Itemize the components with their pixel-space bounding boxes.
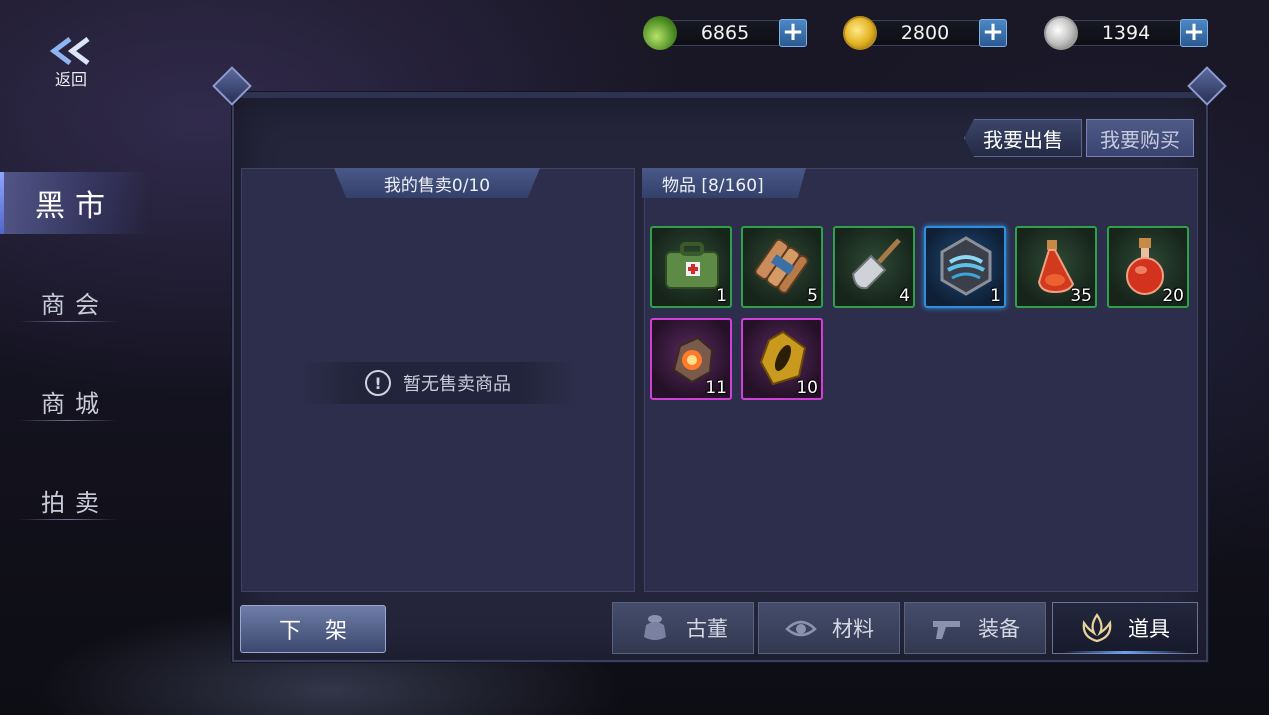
tab-label: 装备 — [978, 617, 1020, 641]
inventory-slot[interactable]: 11 — [650, 318, 732, 400]
material-eye-icon — [785, 620, 817, 637]
tab-equipment[interactable]: 装备 — [904, 602, 1046, 654]
tab-material[interactable]: 材料 — [758, 602, 900, 654]
tab-props[interactable]: 道具 — [1052, 602, 1198, 654]
sidebar-item-label: 商会 — [41, 290, 109, 319]
add-jade-button[interactable]: + — [779, 19, 807, 47]
shovel-icon — [851, 238, 901, 290]
item-count: 35 — [1070, 286, 1092, 306]
pistol-icon — [933, 621, 960, 639]
flame-lotus-icon — [1082, 613, 1112, 643]
medical-kit-icon — [665, 242, 719, 289]
inventory-slot[interactable]: 20 — [1107, 226, 1189, 308]
sidebar-item-label: 拍卖 — [41, 488, 109, 517]
empty-sales-hint: ! 暂无售卖商品 — [300, 362, 576, 404]
silver-currency-display: 1394 + — [1044, 14, 1208, 52]
divider — [18, 519, 118, 520]
item-count: 5 — [807, 286, 818, 306]
tab-sell[interactable]: 我要出售 — [964, 119, 1082, 157]
add-silver-button[interactable]: + — [1180, 19, 1208, 47]
my-sales-header: 我的售卖0/10 — [334, 168, 540, 198]
inventory-slot[interactable]: 1 — [650, 226, 732, 308]
item-count: 1 — [990, 286, 1001, 306]
divider — [18, 321, 118, 322]
inventory-slot[interactable]: 5 — [741, 226, 823, 308]
warning-icon: ! — [365, 370, 391, 396]
double-chevron-left-icon — [49, 37, 90, 65]
add-gold-button[interactable]: + — [979, 19, 1007, 47]
jade-coin-icon — [643, 16, 677, 50]
tab-label: 古董 — [686, 617, 728, 641]
inventory-slot[interactable]: 10 — [741, 318, 823, 400]
item-count: 10 — [796, 378, 818, 398]
tab-label: 材料 — [832, 617, 874, 641]
unlist-button[interactable]: 下架 — [240, 605, 386, 653]
inventory-header: 物品 [8/160] — [642, 168, 806, 198]
back-label: 返回 — [54, 70, 87, 89]
item-count: 4 — [899, 286, 910, 306]
back-button[interactable]: 返回 — [44, 36, 98, 92]
divider — [18, 420, 118, 421]
explosive-bundle-icon — [754, 238, 809, 294]
inventory-slot[interactable]: 4 — [833, 226, 915, 308]
tab-buy[interactable]: 我要购买 — [1086, 119, 1194, 157]
gold-currency-display: 2800 + — [843, 14, 1007, 52]
sidebar-item-label: 商城 — [41, 389, 109, 418]
sidebar-item-black-market[interactable]: 黑市 — [0, 172, 150, 234]
sidebar-item-auction[interactable]: 拍卖 — [0, 470, 150, 530]
item-count: 11 — [705, 378, 727, 398]
sidebar-item-chamber[interactable]: 商会 — [0, 272, 150, 332]
jade-amount: 6865 — [669, 20, 781, 46]
tab-antique[interactable]: 古董 — [612, 602, 754, 654]
jade-currency-display: 6865 + — [643, 14, 807, 52]
sidebar-item-mall[interactable]: 商城 — [0, 371, 150, 431]
sidebar-item-label: 黑市 — [35, 189, 115, 224]
inventory-slot[interactable]: 1 — [924, 226, 1006, 308]
item-count: 1 — [716, 286, 727, 306]
wind-rune-icon — [940, 236, 992, 296]
empty-sales-text: 暂无售卖商品 — [403, 374, 511, 395]
item-count: 20 — [1162, 286, 1184, 306]
gold-coin-icon — [843, 16, 877, 50]
silver-amount: 1394 — [1070, 20, 1182, 46]
tab-label: 道具 — [1128, 617, 1170, 641]
silver-coin-icon — [1044, 16, 1078, 50]
antique-vase-icon — [644, 615, 666, 640]
gold-amount: 2800 — [869, 20, 981, 46]
inventory-slot[interactable]: 35 — [1015, 226, 1097, 308]
